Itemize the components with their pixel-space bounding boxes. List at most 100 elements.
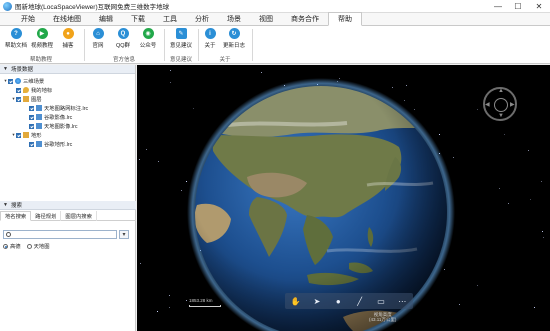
home-icon: ⌂	[92, 28, 104, 39]
wechat-icon: ◉	[142, 28, 154, 39]
checkbox[interactable]	[8, 78, 13, 84]
west-arrow-icon[interactable]: ◀	[485, 101, 490, 108]
help-docs-button[interactable]: ? 帮助文档	[4, 28, 28, 49]
scale-bar	[189, 305, 221, 307]
tree-item-terrain[interactable]: ▾ 地形	[11, 131, 42, 139]
checkbox[interactable]	[29, 114, 34, 120]
tab-route-planning[interactable]: 路径规划	[31, 211, 62, 221]
extra-icon[interactable]: ⋯	[396, 295, 408, 307]
tab-place-search[interactable]: 地名搜索	[0, 211, 32, 221]
search-source-options: 高德 天地图	[3, 242, 50, 250]
altitude-label: 视角高度 (43.11万公里)	[369, 312, 397, 322]
feedback-group: ✎ 意见建议 意见建议	[166, 26, 196, 64]
search-panel-header[interactable]: ▼ 搜索	[0, 201, 136, 210]
maximize-button[interactable]: ☐	[508, 0, 528, 13]
search-input[interactable]	[3, 230, 117, 239]
help-group: ? 帮助文档 ▶ 视频教程 ● 捕客 帮助教程	[2, 26, 80, 64]
window-controls: — ☐ ✕	[488, 0, 550, 13]
search-button[interactable]: ▾	[119, 230, 129, 239]
tree-item-label: 天地图路网标注.lrc	[44, 106, 89, 112]
polygon-icon[interactable]: ▭	[375, 295, 387, 307]
layer-icon	[36, 123, 42, 129]
checkbox[interactable]	[16, 132, 21, 138]
tree-item-my-placemarks[interactable]: 我的地标	[16, 86, 52, 94]
layer-icon	[36, 114, 42, 120]
blog-button[interactable]: ● 捕客	[56, 28, 80, 49]
feedback-button[interactable]: ✎ 意见建议	[169, 28, 193, 49]
tree-item-tdt-image[interactable]: 天地图影像.lrc	[29, 122, 78, 130]
radio-tianditu[interactable]	[26, 243, 32, 249]
tree-item-label: 我的地标	[31, 88, 53, 94]
scene-panel-header[interactable]: ▼ 场景数据	[0, 65, 135, 74]
checkbox[interactable]	[29, 141, 34, 147]
info-icon: i	[204, 28, 216, 39]
line-icon[interactable]: ╱	[354, 295, 366, 307]
tab-layer-search[interactable]: 图层内搜索	[61, 211, 97, 221]
globe-viewport[interactable]: ▲ ▼ ◀ ▶ 1853.28 km ✋ ➤ ● ╱ ▭ ⋯ 视角高度 (43.…	[137, 65, 550, 331]
wechat-button[interactable]: ◉ 公众号	[136, 28, 160, 49]
scene-tree: ▾ 三维场景 我的地标 ▾ 图层 天地图路网标注.lrc 谷歌影像.lrc 天地…	[0, 74, 135, 201]
about-button[interactable]: i 关于	[198, 28, 222, 49]
tab-tools[interactable]: 工具	[154, 12, 186, 25]
search-panel-bar: ▼ 搜索	[0, 201, 136, 210]
ribbon-divider	[84, 29, 85, 61]
tab-start[interactable]: 开始	[12, 12, 44, 25]
official-group-label: 官方信息	[112, 57, 135, 63]
layer-icon	[36, 141, 42, 147]
tab-help[interactable]: 帮助	[328, 12, 362, 26]
refresh-icon: ↻	[228, 28, 240, 39]
chat-icon: ●	[62, 28, 74, 39]
changelog-button[interactable]: ↻ 更新日志	[222, 28, 246, 49]
globe-icon	[15, 78, 21, 84]
cursor-icon[interactable]: ➤	[311, 295, 323, 307]
tree-item-label: 谷歌影像.lrc	[44, 115, 73, 121]
east-arrow-icon[interactable]: ▶	[510, 101, 515, 108]
placemark-icon[interactable]: ●	[332, 295, 344, 307]
tab-scene[interactable]: 场景	[218, 12, 250, 25]
search-icon	[6, 232, 11, 237]
folder-icon	[23, 132, 29, 138]
radio-tianditu-label: 天地图	[33, 244, 50, 250]
qq-group-button[interactable]: Q QQ群	[111, 28, 135, 49]
video-tutorial-button[interactable]: ▶ 视频教程	[30, 28, 54, 49]
tab-business[interactable]: 商务合作	[282, 12, 328, 25]
app-globe-icon	[3, 1, 12, 11]
search-tabs: 地名搜索 路径规划 图层内搜索	[0, 211, 136, 221]
tab-view[interactable]: 视图	[250, 12, 282, 25]
left-panel: ▼ 场景数据 ▾ 三维场景 我的地标 ▾ 图层 天地图路网标注.lrc 谷歌影像…	[0, 65, 136, 331]
north-arrow-icon[interactable]: ▲	[498, 88, 504, 94]
folder-icon	[23, 96, 29, 102]
tab-download[interactable]: 下载	[122, 12, 154, 25]
layer-icon	[36, 105, 42, 111]
tree-item-layers[interactable]: ▾ 图层	[11, 95, 42, 103]
feedback-icon: ✎	[175, 28, 187, 39]
minimize-button[interactable]: —	[488, 0, 508, 13]
scene-panel-title: 场景数据	[10, 67, 33, 73]
placemark-icon	[23, 87, 29, 93]
hand-icon[interactable]: ✋	[290, 295, 302, 307]
official-group: ⌂ 官网 Q QQ群 ◉ 公众号 官方信息	[86, 26, 162, 64]
website-button[interactable]: ⌂ 官网	[86, 28, 110, 49]
navigation-compass[interactable]: ▲ ▼ ◀ ▶	[483, 87, 517, 121]
collapse-icon: ▼	[3, 202, 8, 208]
radio-gaode[interactable]	[3, 243, 8, 249]
tree-item-tdt-road[interactable]: 天地图路网标注.lrc	[29, 104, 88, 112]
tab-online-map[interactable]: 在线地图	[44, 12, 90, 25]
checkbox[interactable]	[16, 87, 21, 93]
checkbox[interactable]	[29, 105, 34, 111]
tree-item-label: 地形	[31, 133, 42, 139]
collapse-icon: ▼	[3, 66, 8, 72]
radio-gaode-label: 高德	[10, 244, 21, 250]
south-arrow-icon[interactable]: ▼	[498, 113, 504, 119]
checkbox[interactable]	[29, 123, 34, 129]
search-panel-title: 搜索	[10, 203, 22, 209]
feedback-group-label: 意见建议	[169, 57, 192, 63]
tree-item-3d-scene[interactable]: ▾ 三维场景	[3, 77, 44, 85]
tree-item-google-image[interactable]: 谷歌影像.lrc	[29, 113, 72, 121]
close-button[interactable]: ✕	[528, 0, 550, 13]
tab-edit[interactable]: 编辑	[90, 12, 122, 25]
tree-item-google-terrain[interactable]: 谷歌地形.lrc	[29, 140, 72, 148]
help-icon: ?	[10, 28, 22, 39]
tab-analysis[interactable]: 分析	[186, 12, 218, 25]
checkbox[interactable]	[16, 96, 21, 102]
